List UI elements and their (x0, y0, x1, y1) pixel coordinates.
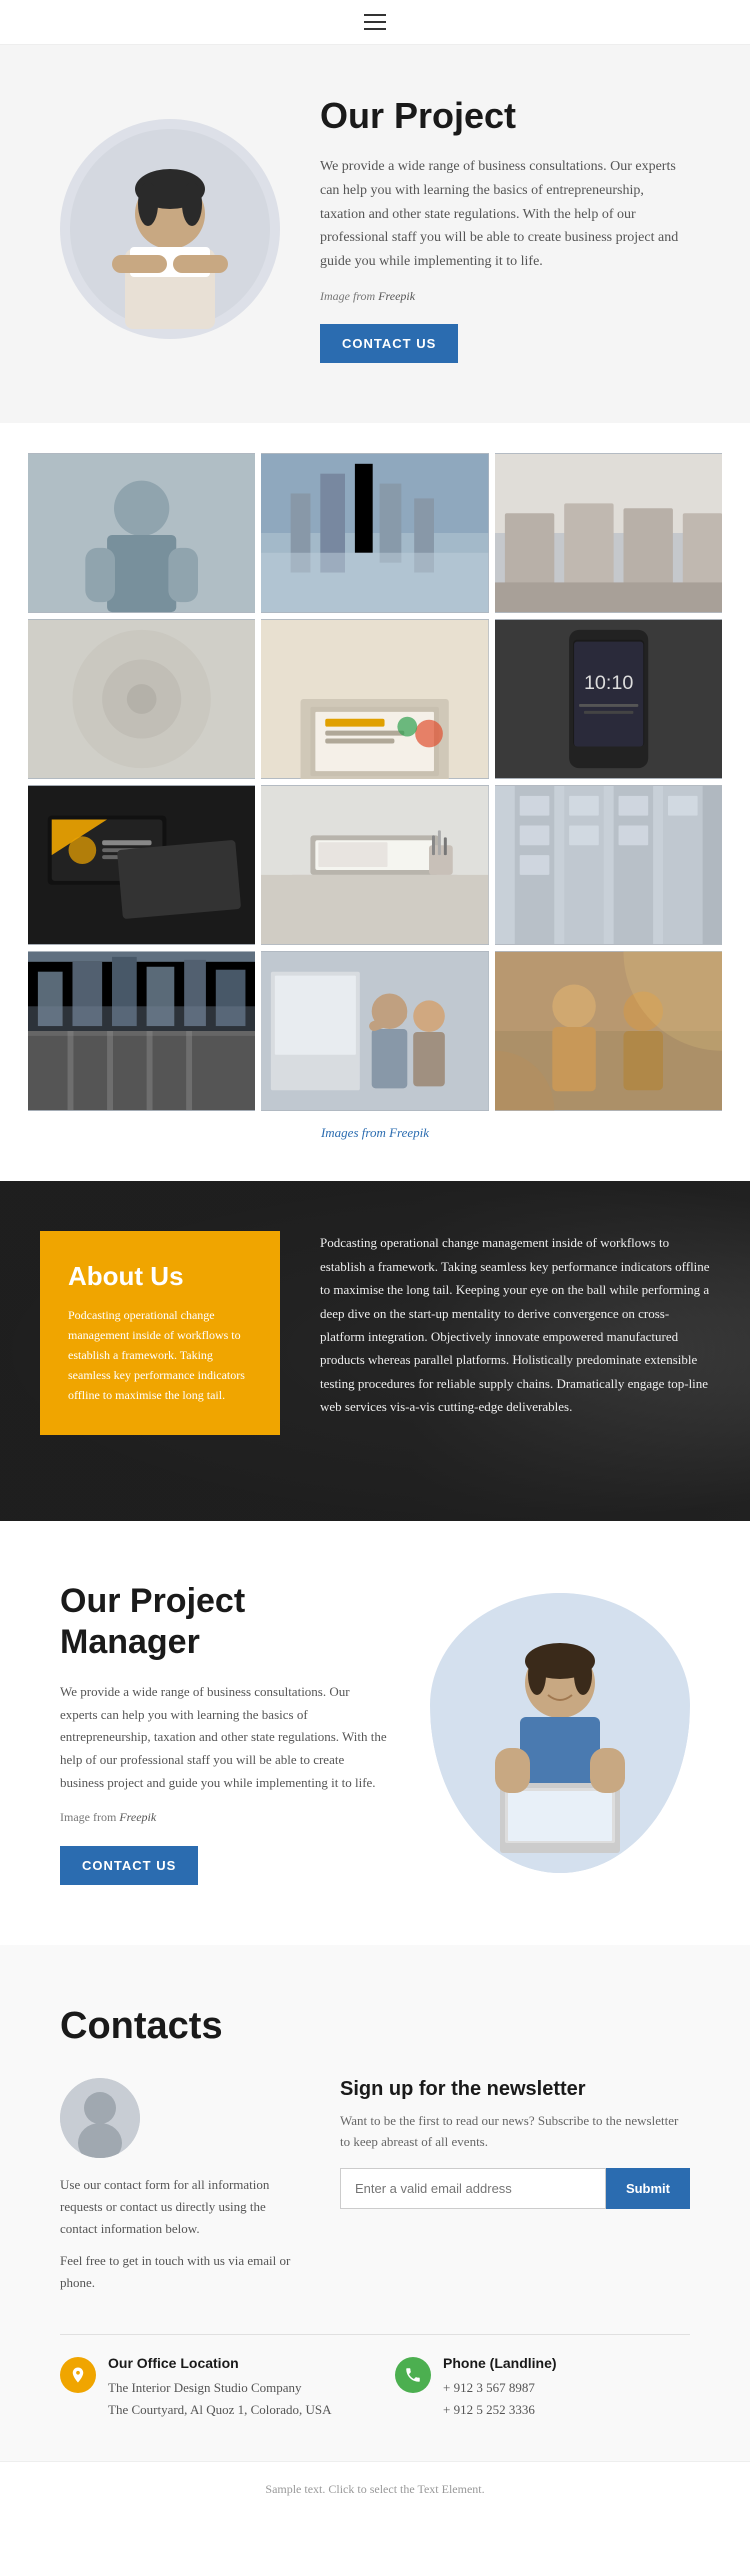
contacts-left-text2: Feel free to get in touch with us via em… (60, 2250, 300, 2294)
gallery-note: Images from Freepik (28, 1125, 722, 1141)
gallery-image-1 (28, 453, 255, 613)
hero-title: Our Project (320, 95, 690, 137)
about-main-text: Podcasting operational change management… (320, 1231, 710, 1418)
footer-note: Sample text. Click to select the Text El… (265, 2482, 484, 2496)
hero-description: We provide a wide range of business cons… (320, 155, 690, 274)
contacts-bottom: Our Office Location The Interior Design … (60, 2334, 690, 2421)
about-right: Podcasting operational change management… (280, 1231, 710, 1418)
office-line1: The Interior Design Studio Company (108, 2377, 332, 2399)
gallery-image-9 (495, 785, 722, 945)
about-section: About Us Podcasting operational change m… (0, 1181, 750, 1521)
gallery-image-11 (261, 951, 488, 1111)
gallery-row-2: 10:10 (28, 619, 722, 779)
pm-image-note: Image from Freepik (60, 1807, 390, 1828)
pm-text: Our Project Manager We provide a wide ra… (60, 1581, 390, 1884)
phone-number1: + 912 3 567 8987 (443, 2377, 557, 2399)
phone-info: Phone (Landline) + 912 3 567 8987 + 912 … (395, 2355, 690, 2421)
hero-avatar (60, 119, 280, 339)
gallery-row-3 (28, 785, 722, 945)
about-content: About Us Podcasting operational change m… (0, 1181, 750, 1521)
about-box: About Us Podcasting operational change m… (40, 1231, 280, 1435)
gallery-row-4 (28, 951, 722, 1111)
office-line2: The Courtyard, Al Quoz 1, Colorado, USA (108, 2399, 332, 2421)
pm-avatar (430, 1593, 690, 1873)
pm-image (430, 1593, 690, 1873)
contacts-section: Contacts Use our contact form for all in… (0, 1945, 750, 2462)
phone-icon (395, 2357, 431, 2393)
phone-title: Phone (Landline) (443, 2355, 557, 2371)
gallery-image-3 (495, 453, 722, 613)
footer: Sample text. Click to select the Text El… (0, 2461, 750, 2517)
project-manager-section: Our Project Manager We provide a wide ra… (0, 1521, 750, 1944)
about-box-text: Podcasting operational change management… (68, 1306, 252, 1405)
gallery-row-1 (28, 453, 722, 613)
gallery-image-4 (28, 619, 255, 779)
office-title: Our Office Location (108, 2355, 332, 2371)
pm-title: Our Project Manager (60, 1581, 390, 1663)
contacts-top: Use our contact form for all information… (60, 2078, 690, 2294)
hero-content: Our Project We provide a wide range of b… (320, 95, 690, 363)
gallery-image-5 (261, 619, 488, 779)
newsletter-title: Sign up for the newsletter (340, 2078, 690, 2101)
phone-detail: Phone (Landline) + 912 3 567 8987 + 912 … (443, 2355, 557, 2421)
gallery-image-8 (261, 785, 488, 945)
hero-image-note: Image from Freepik (320, 286, 690, 306)
contacts-left: Use our contact form for all information… (60, 2078, 300, 2294)
email-form: Submit (340, 2168, 690, 2209)
gallery-image-2 (261, 453, 488, 613)
contacts-left-text1: Use our contact form for all information… (60, 2174, 300, 2240)
email-input[interactable] (340, 2168, 606, 2209)
email-submit-button[interactable]: Submit (606, 2168, 690, 2209)
newsletter-desc: Want to be the first to read our news? S… (340, 2111, 690, 2153)
office-info: Our Office Location The Interior Design … (60, 2355, 355, 2421)
location-icon (60, 2357, 96, 2393)
gallery-image-12 (495, 951, 722, 1111)
contacts-avatar (60, 2078, 140, 2158)
about-title: About Us (68, 1261, 252, 1292)
gallery-section: 10:10 (0, 423, 750, 1181)
pm-description: We provide a wide range of business cons… (60, 1681, 390, 1795)
gallery-image-6: 10:10 (495, 619, 722, 779)
office-detail: Our Office Location The Interior Design … (108, 2355, 332, 2421)
hamburger-menu[interactable] (364, 14, 386, 30)
contacts-right: Sign up for the newsletter Want to be th… (340, 2078, 690, 2294)
hero-section: Our Project We provide a wide range of b… (0, 45, 750, 423)
navigation (0, 0, 750, 45)
phone-number2: + 912 5 252 3336 (443, 2399, 557, 2421)
hero-contact-button[interactable]: CONTACT US (320, 324, 458, 363)
gallery-image-7 (28, 785, 255, 945)
svg-text:10:10: 10:10 (584, 672, 633, 694)
gallery-image-10 (28, 951, 255, 1111)
pm-contact-button[interactable]: CONTACT US (60, 1846, 198, 1885)
contacts-title: Contacts (60, 2005, 690, 2048)
